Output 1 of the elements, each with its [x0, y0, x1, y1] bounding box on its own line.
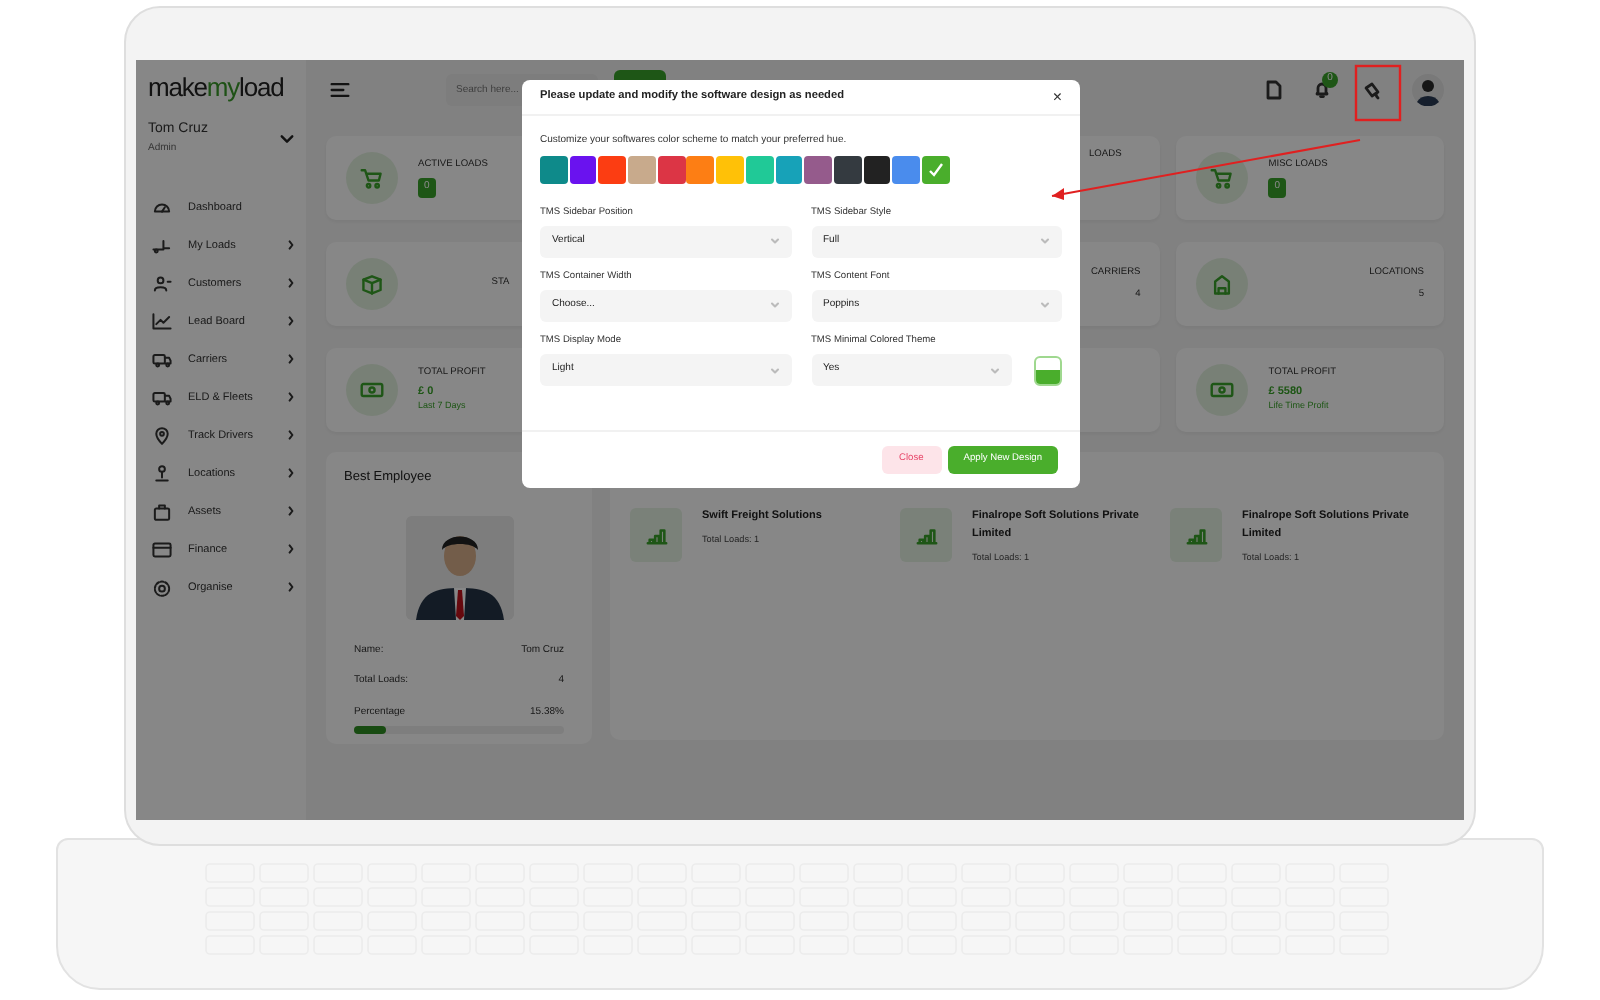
- logo-text: makemyload: [148, 72, 286, 105]
